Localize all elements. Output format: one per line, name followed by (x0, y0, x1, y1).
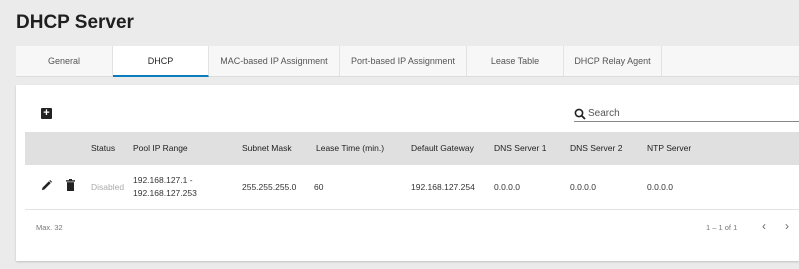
column-header-status[interactable]: Status (91, 132, 115, 165)
chevron-left-icon[interactable]: ‹ (762, 220, 766, 232)
search-icon (574, 108, 586, 120)
column-header-subnet-mask[interactable]: Subnet Mask (242, 132, 292, 165)
ntp-server-cell: 0.0.0.0 (647, 182, 673, 192)
dhcp-pool-card: + Status Pool IP Range Subnet Mask Lease… (16, 85, 799, 261)
subnet-mask-cell: 255.255.255.0 (242, 182, 297, 192)
table-row: Disabled 192.168.127.1 - 192.168.127.253… (25, 165, 799, 210)
status-cell: Disabled (91, 182, 125, 192)
column-header-dns-server-2[interactable]: DNS Server 2 (570, 132, 622, 165)
table-header: Status Pool IP Range Subnet Mask Lease T… (25, 132, 799, 165)
tab-general[interactable]: General (16, 46, 113, 76)
add-icon[interactable]: + (41, 108, 52, 119)
delete-icon[interactable] (66, 179, 75, 191)
max-entries-label: Max. 32 (36, 223, 63, 232)
tab-mac-based-ip-assignment[interactable]: MAC-based IP Assignment (209, 46, 340, 76)
pool-ip-range-start: 192.168.127.1 - (133, 175, 193, 185)
tab-dhcp[interactable]: DHCP (113, 46, 209, 77)
page-title: DHCP Server (16, 12, 134, 33)
default-gateway-cell: 192.168.127.254 (411, 182, 475, 192)
chevron-right-icon[interactable]: › (785, 220, 789, 232)
column-header-ntp-server[interactable]: NTP Server (647, 132, 691, 165)
search-input[interactable] (588, 108, 788, 119)
search-box (574, 106, 799, 122)
tab-port-based-ip-assignment[interactable]: Port-based IP Assignment (340, 46, 467, 76)
tab-bar: General DHCP MAC-based IP Assignment Por… (16, 46, 799, 77)
column-header-dns-server-1[interactable]: DNS Server 1 (494, 132, 546, 165)
column-header-default-gateway[interactable]: Default Gateway (411, 132, 474, 165)
column-header-lease-time[interactable]: Lease Time (min.) (316, 132, 384, 165)
tab-dhcp-relay-agent[interactable]: DHCP Relay Agent (564, 46, 662, 76)
tab-lease-table[interactable]: Lease Table (467, 46, 564, 76)
lease-time-cell: 60 (314, 182, 324, 192)
pool-ip-range-end: 192.168.127.253 (133, 188, 197, 198)
pagination-range: 1 – 1 of 1 (706, 223, 738, 232)
edit-icon[interactable] (41, 180, 52, 191)
column-header-pool-ip-range[interactable]: Pool IP Range (133, 132, 188, 165)
dns-server-2-cell: 0.0.0.0 (570, 182, 596, 192)
dns-server-1-cell: 0.0.0.0 (494, 182, 520, 192)
